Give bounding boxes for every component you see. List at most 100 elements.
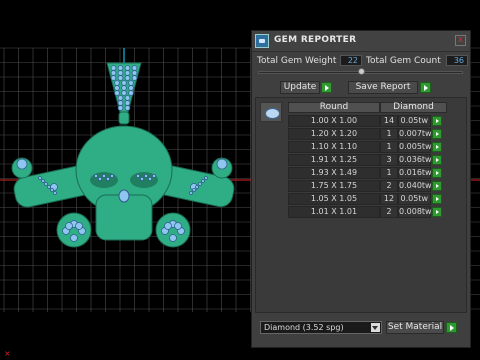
table-row[interactable]: 1.91 X 1.25 3 0.036tw [288,154,466,166]
gem-stone [143,173,148,178]
row-go-icon[interactable] [432,181,442,191]
gem-size-cell: 1.00 X 1.00 [288,115,380,127]
axis-marker: × [4,349,11,358]
gem-count-cell: 1 [380,141,398,153]
gem-stone [198,182,202,186]
gem-weight-cell: 0.007tw [398,128,432,140]
gem-stone [128,80,134,86]
gem-stone [131,75,138,81]
material-select-value: Diamond (3.52 spg) [264,323,344,332]
gem-stone [121,80,127,86]
row-go-icon[interactable] [432,142,442,152]
gem-weight-cell: 0.008tw [398,206,432,218]
panel-titlebar[interactable]: GEM REPORTER x [252,31,470,52]
total-gem-weight-label: Total Gem Weight [257,56,337,66]
row-go-icon[interactable] [432,207,442,217]
gem-size-cell: 1.01 X 1.01 [288,206,380,218]
gem-weight-cell: 0.05tw [398,193,431,205]
gem-stone [124,100,131,106]
gem-stone [94,173,99,178]
gem-stone [102,173,107,178]
gem-stone [106,176,111,181]
save-report-button[interactable]: Save Report [348,81,418,94]
gem-size-cell: 1.10 X 1.10 [288,141,380,153]
gem-stone [135,173,140,178]
column-header-shape: Round [288,102,380,113]
gem-count-cell: 1 [380,128,398,140]
gem-stone [110,70,117,76]
gem-stone [124,105,131,111]
column-header-material: Diamond [380,102,447,113]
gem-count-cell: 1 [380,167,398,179]
row-go-icon[interactable] [432,194,442,204]
gem-stone [98,176,103,181]
row-go-icon[interactable] [432,155,442,165]
gem-weight-cell: 0.036tw [398,154,432,166]
gem-stone [110,173,115,178]
set-material-go-icon[interactable] [446,322,457,333]
gem-stone [216,158,228,170]
gem-stone [47,185,51,189]
gem-stone [38,176,42,180]
gem-stone [151,173,156,178]
gem-reporter-panel: GEM REPORTER x Total Gem Weight 22 Total… [251,30,471,348]
gem-stone [124,95,131,101]
save-report-go-icon[interactable] [420,82,431,93]
gem-stone [164,222,172,230]
table-row[interactable]: 1.05 X 1.05 12 0.05tw [288,193,466,205]
gem-stone [75,222,83,230]
gem-stone [131,65,138,71]
set-material-button[interactable]: Set Material [386,321,444,334]
total-gem-weight-value: 22 [340,55,362,66]
gem-count-cell: 12 [380,193,398,205]
gem-stone [131,70,138,76]
gem-stone [124,65,131,71]
row-go-icon[interactable] [432,129,442,139]
gem-stone [124,75,131,81]
row-go-icon[interactable] [432,116,442,126]
close-button[interactable]: x [455,35,466,46]
gem-stone [44,182,48,186]
row-go-icon[interactable] [432,168,442,178]
gem-stone [121,85,127,91]
gem-stone [174,222,182,230]
table-row[interactable]: 1.20 X 1.20 1 0.007tw [288,128,466,140]
gem-count-cell: 2 [380,206,398,218]
gem-size-cell: 1.20 X 1.20 [288,128,380,140]
gem-stone [117,65,124,71]
chevron-down-icon[interactable] [371,323,380,332]
gem-stone [128,85,134,91]
table-row[interactable]: 1.01 X 1.01 2 0.008tw [288,206,466,218]
gem-stone [124,70,131,76]
gem-stone [16,158,28,170]
gem-stone [41,179,45,183]
gem-stone [117,75,124,81]
gem-stone [110,75,117,81]
gem-stone [110,65,117,71]
gem-size-cell: 1.93 X 1.49 [288,167,380,179]
gem-weight-cell: 0.040tw [398,180,432,192]
table-row[interactable]: 1.93 X 1.49 1 0.016tw [288,167,466,179]
gem-thumbnail-icon [260,102,282,122]
gem-table: Round Diamond 1.00 X 1.00 14 0.05tw 1.20 X … [255,97,467,313]
gem-stone [114,90,120,96]
total-gem-count-value: 36 [446,55,468,66]
gem-stone [117,100,124,106]
panel-slider-knob[interactable] [358,68,365,75]
table-row[interactable]: 1.00 X 1.00 14 0.05tw [288,115,466,127]
panel-title: GEM REPORTER [274,35,357,45]
gem-stone [114,80,120,86]
gem-count-cell: 2 [380,180,398,192]
update-go-icon[interactable] [321,82,332,93]
gem-stone [195,185,199,189]
material-select[interactable]: Diamond (3.52 spg) [260,321,382,334]
table-row[interactable]: 1.75 X 1.75 2 0.040tw [288,180,466,192]
gem-stone [117,70,124,76]
update-button[interactable]: Update [280,81,320,94]
gem-stone [70,234,78,242]
gem-count-cell: 14 [380,115,398,127]
gem-stone [128,90,134,96]
gem-stone [53,191,57,195]
gem-weight-cell: 0.016tw [398,167,432,179]
table-row[interactable]: 1.10 X 1.10 1 0.005tw [288,141,466,153]
